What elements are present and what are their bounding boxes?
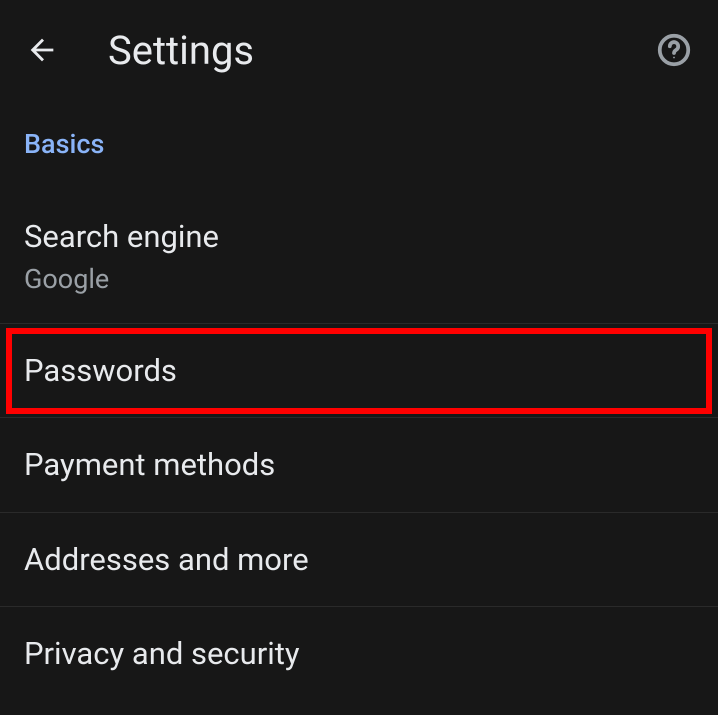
item-title: Search engine	[24, 218, 694, 255]
settings-item-addresses[interactable]: Addresses and more	[0, 513, 718, 607]
settings-item-passwords[interactable]: Passwords	[0, 324, 718, 418]
item-subtitle: Google	[24, 263, 694, 295]
settings-item-privacy[interactable]: Privacy and security	[0, 607, 718, 700]
item-title: Payment methods	[24, 446, 694, 483]
settings-item-search-engine[interactable]: Search engine Google	[0, 170, 718, 324]
settings-item-payment-methods[interactable]: Payment methods	[0, 418, 718, 512]
highlighted-item-container: Passwords	[0, 324, 718, 418]
item-title: Privacy and security	[24, 635, 694, 672]
page-title: Settings	[108, 27, 654, 74]
help-icon[interactable]	[654, 30, 694, 70]
item-title: Addresses and more	[24, 541, 694, 578]
item-title: Passwords	[24, 352, 694, 389]
section-label-basics: Basics	[0, 100, 718, 170]
back-arrow-icon[interactable]	[24, 32, 60, 68]
app-header: Settings	[0, 0, 718, 100]
